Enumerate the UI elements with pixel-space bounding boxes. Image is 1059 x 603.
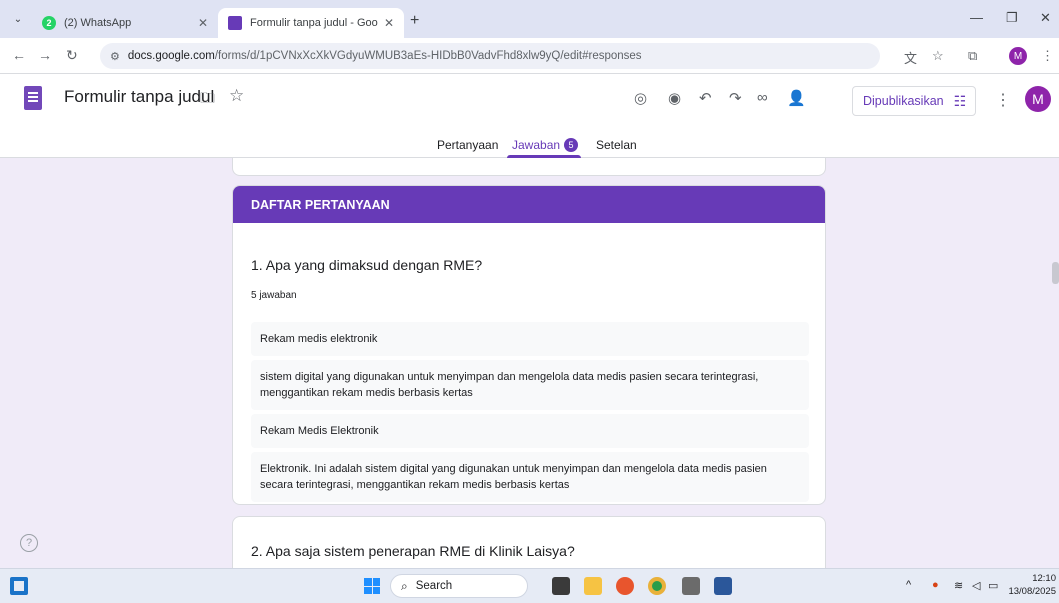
tab-questions[interactable]: Pertanyaan (437, 138, 498, 152)
palette-icon[interactable]: ◎ (634, 89, 647, 107)
section-card: DAFTAR PERTANYAAN 1. Apa yang dimaksud d… (232, 185, 826, 505)
responses-count-badge: 5 (564, 138, 579, 152)
form-title[interactable]: Formulir tanpa judul (64, 87, 214, 107)
address-bar[interactable]: ⚙ docs.google.com/forms/d/1pCVNxXcXkVGdy… (100, 43, 880, 69)
site-info-icon[interactable]: ⚙ (110, 50, 120, 63)
clock[interactable]: 12:10 13/08/2025 (1002, 572, 1056, 598)
tab-settings[interactable]: Setelan (596, 138, 637, 152)
scrollbar-thumb[interactable] (1052, 262, 1059, 284)
redo-icon[interactable]: ↷ (729, 89, 742, 107)
calendar-app-icon[interactable] (682, 577, 700, 595)
time: 12:10 (1032, 573, 1056, 584)
back-icon[interactable]: ← (12, 47, 26, 63)
google-forms-icon (228, 16, 242, 30)
taskbar-search[interactable]: ⌕ Search (390, 574, 528, 598)
close-icon[interactable]: ✕ (384, 16, 394, 30)
google-forms-logo[interactable] (24, 86, 42, 110)
wifi-icon[interactable]: ≋ (954, 579, 963, 592)
profile-avatar[interactable]: M (1009, 47, 1027, 65)
translate-icon[interactable]: 文 (904, 48, 917, 67)
date: 13/08/2025 (1008, 586, 1056, 597)
chrome-icon[interactable] (648, 577, 666, 595)
close-window-icon[interactable]: ✕ (1040, 10, 1051, 26)
widgets-icon[interactable] (10, 577, 28, 595)
tab-google-forms[interactable]: Formulir tanpa judul - Google F ✕ (218, 8, 404, 38)
url-host: docs.google.com (127, 50, 215, 62)
tab-title: (2) WhatsApp (64, 17, 132, 29)
taskbar: ⌕ Search ^ ● ≋ ◁ ▭ 12:10 13/08/2025 (0, 568, 1059, 603)
battery-icon[interactable]: ▭ (988, 579, 998, 592)
browser-menu-icon[interactable]: ⋮ (1041, 48, 1054, 64)
star-icon[interactable]: ☆ (229, 86, 244, 106)
search-icon: ⌕ (401, 578, 408, 593)
preview-eye-icon[interactable]: ◉ (668, 89, 681, 107)
folder-icon[interactable]: 🗀 (200, 88, 215, 113)
tray-chevron-icon[interactable]: ^ (906, 579, 911, 591)
reload-icon[interactable]: ↻ (66, 47, 78, 64)
answer-item: sistem digital yang digunakan untuk meny… (251, 360, 809, 410)
previous-card (232, 158, 826, 176)
published-label: Dipublikasikan (863, 94, 944, 108)
security-icon[interactable]: ● (932, 579, 939, 591)
search-label: Search (415, 580, 453, 592)
task-view-icon[interactable] (552, 577, 570, 595)
word-icon[interactable] (714, 577, 732, 595)
answer-list: Rekam medis elektronik sistem digital ya… (251, 322, 809, 504)
add-collaborator-icon[interactable]: 👤 (787, 89, 806, 107)
published-button[interactable]: Dipublikasikan ☷ (852, 86, 976, 116)
account-avatar[interactable]: M (1025, 86, 1051, 112)
more-options-icon[interactable]: ⋮ (995, 90, 1011, 110)
response-count: 5 jawaban (251, 290, 297, 301)
extensions-icon[interactable]: ⧉ (968, 48, 977, 64)
help-icon[interactable]: ? (20, 534, 38, 552)
start-button-icon[interactable] (364, 578, 380, 594)
question-card: 2. Apa saja sistem penerapan RME di Klin… (232, 516, 826, 576)
answer-item: Rekam medis elektronik (251, 322, 809, 356)
restore-icon[interactable]: ❐ (1006, 10, 1018, 26)
link-icon[interactable]: ∞ (757, 89, 768, 106)
file-explorer-icon[interactable] (584, 577, 602, 595)
question-title: 1. Apa yang dimaksud dengan RME? (251, 257, 483, 273)
answer-item: Elektronik. Ini adalah sistem digital ya… (251, 452, 809, 502)
volume-icon[interactable]: ◁ (972, 579, 980, 592)
tab-search-icon[interactable]: ⌄ (8, 9, 28, 29)
forms-header: Formulir tanpa judul 🗀 ☆ ◎ ◉ ↶ ↷ ∞ 👤 Dip… (0, 74, 1059, 158)
bookmark-star-icon[interactable]: ☆ (932, 48, 944, 64)
close-icon[interactable]: ✕ (198, 16, 208, 30)
firefox-icon[interactable] (616, 577, 634, 595)
undo-icon[interactable]: ↶ (699, 89, 712, 107)
browser-toolbar: ← → ↻ ⚙ docs.google.com/forms/d/1pCVNxXc… (0, 38, 1059, 74)
whatsapp-icon: 2 (42, 16, 56, 30)
forward-icon[interactable]: → (38, 47, 52, 63)
browser-tab-strip: ⌄ 2 (2) WhatsApp ✕ Formulir tanpa judul … (0, 0, 1059, 38)
url-path: /forms/d/1pCVNxXcXkVGdyuWMUB3aEs-HIDbB0V… (214, 50, 642, 62)
tab-responses[interactable]: Jawaban 5 (512, 138, 579, 152)
answer-item: Rekam Medis Elektronik (251, 414, 809, 448)
section-header: DAFTAR PERTANYAAN (233, 186, 825, 223)
minimize-icon[interactable]: — (970, 10, 983, 25)
form-tabs: Pertanyaan Jawaban 5 Setelan (0, 134, 1059, 158)
new-tab-button[interactable]: + (410, 12, 419, 30)
tab-title: Formulir tanpa judul - Google F (250, 17, 378, 29)
tab-responses-label: Jawaban (512, 138, 561, 152)
tune-icon: ☷ (953, 92, 967, 109)
tab-whatsapp[interactable]: 2 (2) WhatsApp ✕ (32, 8, 218, 38)
question-title: 2. Apa saja sistem penerapan RME di Klin… (251, 543, 575, 559)
